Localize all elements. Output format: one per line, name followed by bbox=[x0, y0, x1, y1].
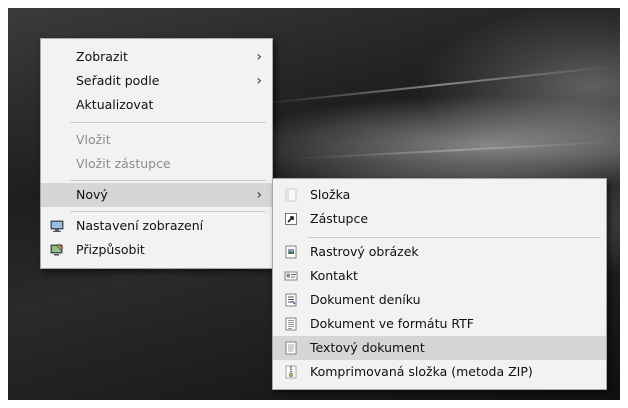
submenu-item-shortcut[interactable]: Zástupce bbox=[273, 207, 606, 231]
submenu-item-bitmap-image[interactable]: Rastrový obrázek bbox=[273, 240, 606, 264]
desktop-background[interactable]: Zobrazit › Seřadit podle › Aktualizovat … bbox=[8, 8, 620, 400]
zip-folder-icon bbox=[285, 365, 297, 379]
menu-item-label: Vložit zástupce bbox=[76, 156, 171, 171]
submenu-item-label: Kontakt bbox=[310, 268, 358, 283]
folder-icon bbox=[285, 188, 297, 202]
desktop-context-menu: Zobrazit › Seřadit podle › Aktualizovat … bbox=[40, 38, 273, 269]
menu-item-label: Zobrazit bbox=[76, 49, 128, 64]
submenu-item-label: Složka bbox=[310, 187, 351, 202]
chevron-right-icon: › bbox=[256, 187, 262, 203]
contact-card-icon bbox=[284, 271, 298, 281]
new-submenu: Složka Zástupce Rastrový obrázek Kontakt… bbox=[272, 178, 607, 390]
wallpaper-light-beam bbox=[257, 65, 617, 105]
submenu-item-label: Dokument ve formátu RTF bbox=[310, 316, 474, 331]
menu-item-paste[interactable]: Vložit bbox=[41, 128, 272, 152]
chevron-right-icon: › bbox=[256, 49, 262, 65]
menu-item-display-settings[interactable]: Nastavení zobrazení bbox=[41, 214, 272, 238]
menu-separator bbox=[307, 237, 600, 238]
menu-item-new[interactable]: Nový › bbox=[41, 183, 272, 207]
submenu-item-label: Textový dokument bbox=[310, 340, 425, 355]
submenu-item-contact[interactable]: Kontakt bbox=[273, 264, 606, 288]
submenu-item-rtf-document[interactable]: Dokument ve formátu RTF bbox=[273, 312, 606, 336]
bitmap-image-icon bbox=[285, 245, 297, 259]
menu-item-label: Nový bbox=[76, 187, 108, 202]
screenshot-frame: Zobrazit › Seřadit podle › Aktualizovat … bbox=[0, 0, 628, 408]
shortcut-icon bbox=[285, 213, 297, 225]
menu-item-paste-shortcut[interactable]: Vložit zástupce bbox=[41, 152, 272, 176]
submenu-item-label: Dokument deníku bbox=[310, 292, 421, 307]
menu-separator bbox=[70, 211, 266, 212]
journal-document-icon bbox=[285, 293, 297, 307]
submenu-item-folder[interactable]: Složka bbox=[273, 183, 606, 207]
menu-item-personalize[interactable]: Přizpůsobit bbox=[41, 238, 272, 262]
display-settings-icon bbox=[50, 220, 64, 232]
menu-item-label: Přizpůsobit bbox=[76, 242, 145, 257]
menu-item-label: Seřadit podle bbox=[76, 73, 160, 88]
menu-item-label: Aktualizovat bbox=[76, 97, 154, 112]
menu-separator bbox=[70, 180, 266, 181]
chevron-right-icon: › bbox=[256, 73, 262, 89]
submenu-item-zip-folder[interactable]: Komprimovaná složka (metoda ZIP) bbox=[273, 360, 606, 384]
submenu-item-text-document[interactable]: Textový dokument bbox=[273, 336, 606, 360]
text-document-icon bbox=[285, 341, 297, 355]
menu-item-label: Vložit bbox=[76, 132, 111, 147]
menu-item-label: Nastavení zobrazení bbox=[76, 218, 204, 233]
wallpaper-light-beam bbox=[287, 140, 618, 160]
menu-item-view[interactable]: Zobrazit › bbox=[41, 45, 272, 69]
personalize-icon bbox=[50, 243, 64, 256]
submenu-item-label: Komprimovaná složka (metoda ZIP) bbox=[310, 364, 533, 379]
menu-item-sort-by[interactable]: Seřadit podle › bbox=[41, 69, 272, 93]
rtf-document-icon bbox=[285, 317, 297, 331]
submenu-item-label: Rastrový obrázek bbox=[310, 244, 419, 259]
menu-item-refresh[interactable]: Aktualizovat bbox=[41, 93, 272, 117]
submenu-item-label: Zástupce bbox=[310, 211, 369, 226]
submenu-item-journal-document[interactable]: Dokument deníku bbox=[273, 288, 606, 312]
menu-separator bbox=[70, 122, 266, 123]
